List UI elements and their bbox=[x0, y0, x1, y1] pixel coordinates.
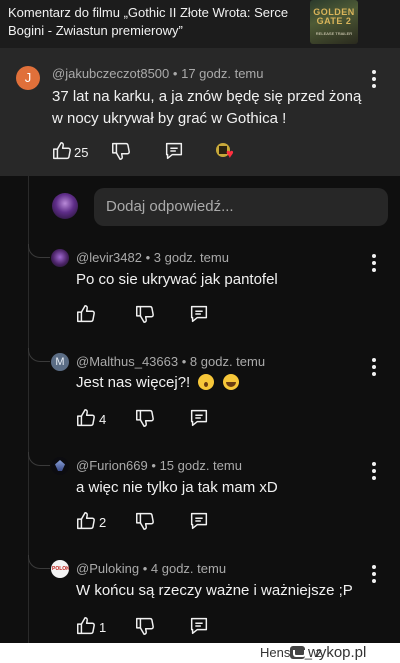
wykop-logo-icon bbox=[290, 646, 306, 659]
reply-meta: @Puloking • 4 godz. temu bbox=[76, 561, 226, 576]
username[interactable]: @Malthus_43663 bbox=[76, 354, 178, 369]
reply-icon[interactable] bbox=[188, 510, 210, 532]
reply-text: W końcu są rzeczy ważne i ważniejsze ;P bbox=[76, 582, 353, 599]
username[interactable]: @levir3482 bbox=[76, 250, 142, 265]
like-icon[interactable] bbox=[75, 615, 97, 637]
thumbnail-title: GOLDEN GATE 2 bbox=[313, 7, 355, 26]
video-title: Komentarz do filmu „Gothic II Złote Wrot… bbox=[8, 5, 289, 38]
like-icon[interactable] bbox=[51, 140, 73, 162]
avatar[interactable] bbox=[51, 249, 69, 267]
avatar[interactable]: J bbox=[16, 66, 40, 90]
thread-connector bbox=[28, 555, 50, 569]
reply-icon[interactable] bbox=[188, 615, 210, 637]
comment-meta: @jakubczeczot8500 • 17 godz. temu bbox=[52, 66, 263, 81]
reply-icon[interactable] bbox=[188, 407, 210, 429]
avatar[interactable] bbox=[51, 457, 69, 475]
reply-text: a więc nie tylko ja tak mam xD bbox=[76, 479, 278, 496]
separator: • bbox=[172, 66, 178, 81]
timestamp: 4 godz. temu bbox=[150, 561, 227, 576]
reply-meta: @levir3482 • 3 godz. temu bbox=[76, 250, 229, 265]
dislike-icon[interactable] bbox=[134, 615, 156, 637]
dislike-icon[interactable] bbox=[134, 510, 156, 532]
divider bbox=[0, 176, 400, 177]
separator: • bbox=[142, 561, 148, 576]
separator: • bbox=[181, 354, 187, 369]
heart-icon: ♥ bbox=[226, 146, 234, 161]
reply-input[interactable]: Dodaj odpowiedź... bbox=[94, 188, 388, 226]
username[interactable]: @Puloking bbox=[76, 561, 139, 576]
avatar[interactable]: M bbox=[51, 353, 69, 371]
reply-icon[interactable] bbox=[188, 303, 210, 325]
reply-text: Po co sie ukrywać jak pantofel bbox=[76, 271, 278, 288]
creator-heart-icon: ♥ bbox=[216, 143, 240, 163]
thumbnail-subtitle: RELEASE TRAILER bbox=[315, 31, 353, 36]
dislike-icon[interactable] bbox=[134, 303, 156, 325]
thread-connector bbox=[28, 348, 50, 362]
dislike-icon[interactable] bbox=[110, 140, 132, 162]
reply-text-content: Jest nas więcej?! bbox=[76, 374, 191, 391]
like-count: 1 bbox=[99, 620, 107, 635]
video-header[interactable]: Komentarz do filmu „Gothic II Złote Wrot… bbox=[0, 0, 400, 48]
reply-meta: @Furion669 • 15 godz. temu bbox=[76, 458, 242, 473]
timestamp: 3 godz. temu bbox=[153, 250, 229, 265]
reply-meta: @Malthus_43663 • 8 godz. temu bbox=[76, 354, 265, 369]
like-count: 25 bbox=[74, 145, 89, 160]
like-icon[interactable] bbox=[75, 407, 97, 429]
thread-connector bbox=[28, 244, 50, 258]
avatar[interactable]: POLOK bbox=[51, 560, 69, 578]
like-count: 4 bbox=[99, 412, 107, 427]
video-thumbnail[interactable]: GOLDEN GATE 2 RELEASE TRAILER bbox=[310, 0, 358, 44]
username[interactable]: @Furion669 bbox=[76, 458, 148, 473]
watermark-bar: Henson_ z wykop.pl bbox=[0, 643, 400, 663]
timestamp: 8 godz. temu bbox=[189, 354, 266, 369]
laughing-face-icon bbox=[222, 374, 239, 390]
timestamp: 15 godz. temu bbox=[159, 458, 242, 473]
own-avatar bbox=[52, 193, 78, 219]
username[interactable]: @jakubczeczot8500 bbox=[52, 66, 169, 81]
dislike-icon[interactable] bbox=[134, 407, 156, 429]
thread-connector bbox=[28, 452, 50, 466]
reply-text: Jest nas więcej?! bbox=[76, 372, 376, 394]
watermark-brand: wykop.pl bbox=[308, 644, 367, 661]
astonished-face-icon bbox=[198, 374, 215, 390]
like-icon[interactable] bbox=[75, 303, 97, 325]
reply-icon[interactable] bbox=[163, 140, 185, 162]
timestamp: 17 godz. temu bbox=[181, 66, 264, 81]
separator: • bbox=[151, 458, 156, 473]
comment-text: 37 lat na karku, a ja znów będę się prze… bbox=[52, 88, 362, 127]
separator: • bbox=[145, 250, 151, 265]
like-icon[interactable] bbox=[75, 510, 97, 532]
main-comment: J @jakubczeczot8500 • 17 godz. temu 37 l… bbox=[0, 48, 400, 176]
like-count: 2 bbox=[99, 515, 107, 530]
